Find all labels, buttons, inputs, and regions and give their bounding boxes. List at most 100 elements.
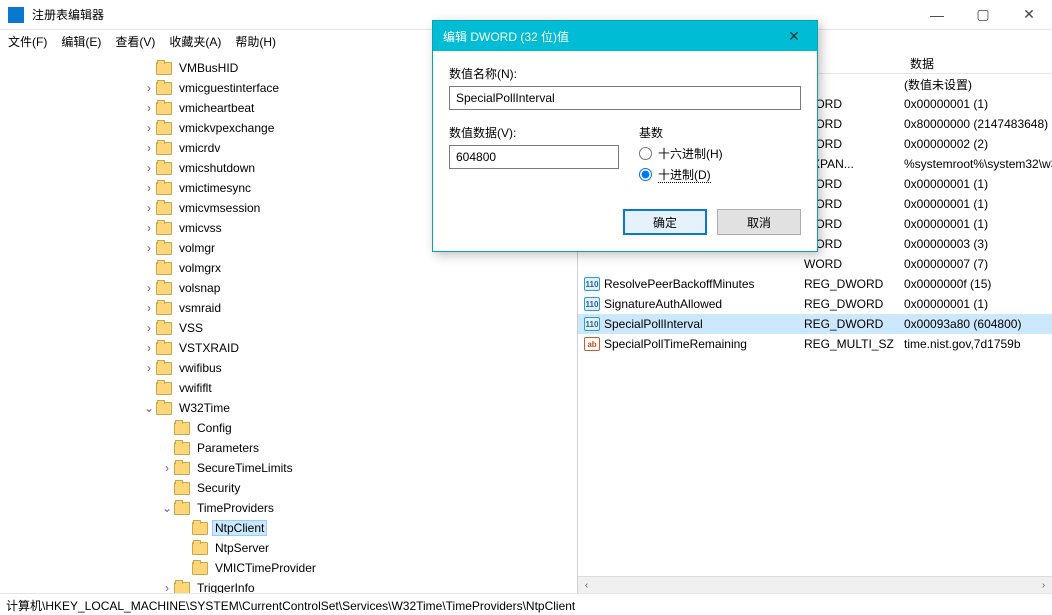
- tree-expander-icon[interactable]: ›: [142, 161, 156, 175]
- tree-item-label: VSTXRAID: [176, 340, 242, 356]
- tree-item-ntpclient[interactable]: NtpClient: [0, 518, 577, 538]
- folder-icon: [156, 142, 172, 155]
- tree-expander-icon[interactable]: ›: [142, 341, 156, 355]
- menu-view[interactable]: 查看(V): [115, 33, 155, 50]
- folder-icon: [156, 162, 172, 175]
- tree-item-label: Config: [194, 420, 235, 436]
- cancel-button[interactable]: 取消: [717, 209, 801, 235]
- tree-item-vss[interactable]: › VSS: [0, 318, 577, 338]
- status-path: 计算机\HKEY_LOCAL_MACHINE\SYSTEM\CurrentCon…: [6, 599, 575, 613]
- folder-icon: [156, 182, 172, 195]
- folder-icon: [156, 402, 172, 415]
- tree-item-label: volmgr: [176, 240, 218, 256]
- radio-dec[interactable]: 十进制(D): [639, 166, 801, 183]
- tree-expander-icon[interactable]: ›: [142, 201, 156, 215]
- list-row[interactable]: WORD0x00000007 (7): [578, 254, 1052, 274]
- tree-item-vwifibus[interactable]: › vwifibus: [0, 358, 577, 378]
- tree-item-label: NtpClient: [212, 520, 267, 536]
- value-name-input[interactable]: [449, 86, 801, 110]
- tree-expander-icon[interactable]: ›: [142, 221, 156, 235]
- scroll-left-arrow[interactable]: ‹: [578, 577, 595, 594]
- tree-expander-icon[interactable]: ›: [142, 141, 156, 155]
- folder-icon: [192, 542, 208, 555]
- tree-expander-icon[interactable]: ›: [142, 81, 156, 95]
- folder-icon: [156, 222, 172, 235]
- tree-expander-icon[interactable]: ›: [142, 301, 156, 315]
- value-icon: 110: [584, 317, 600, 331]
- cell-name: SpecialPollInterval: [604, 317, 804, 331]
- tree-item-vmictimeprovider[interactable]: VMICTimeProvider: [0, 558, 577, 578]
- col-header-type[interactable]: [804, 52, 904, 73]
- tree-item-label: vmictimesync: [176, 180, 254, 196]
- tree-item-label: vmicvss: [176, 220, 225, 236]
- tree-expander-icon[interactable]: ›: [142, 281, 156, 295]
- tree-expander-icon[interactable]: ⌄: [142, 401, 156, 415]
- tree-expander-icon[interactable]: ›: [142, 181, 156, 195]
- menu-help[interactable]: 帮助(H): [235, 33, 276, 50]
- tree-item-label: VSS: [176, 320, 206, 336]
- radio-dec-label: 十进制(D): [658, 166, 711, 183]
- list-row[interactable]: 110SpecialPollIntervalREG_DWORD0x00093a8…: [578, 314, 1052, 334]
- radio-dec-input[interactable]: [639, 168, 652, 181]
- cell-data: 0x00000001 (1): [904, 217, 1052, 231]
- tree-item-volmgrx[interactable]: volmgrx: [0, 258, 577, 278]
- cell-type: WORD: [804, 177, 904, 191]
- close-button[interactable]: ✕: [1006, 0, 1052, 30]
- tree-item-parameters[interactable]: Parameters: [0, 438, 577, 458]
- tree-item-vwififlt[interactable]: vwififlt: [0, 378, 577, 398]
- tree-item-ntpserver[interactable]: NtpServer: [0, 538, 577, 558]
- tree-expander-icon[interactable]: ›: [142, 101, 156, 115]
- tree-item-label: TimeProviders: [194, 500, 277, 516]
- value-data-input[interactable]: [449, 145, 619, 169]
- tree-item-label: VMBusHID: [176, 60, 241, 76]
- radio-hex-label: 十六进制(H): [658, 145, 723, 162]
- app-icon: [8, 7, 24, 23]
- tree-item-label: vwifibus: [176, 360, 225, 376]
- edit-dword-dialog: 编辑 DWORD (32 位)值 ✕ 数值名称(N): 数值数据(V): 基数 …: [432, 20, 818, 252]
- tree-item-securetimelimits[interactable]: ›SecureTimeLimits: [0, 458, 577, 478]
- cell-type: WORD: [804, 137, 904, 151]
- tree-item-triggerinfo[interactable]: › TriggerInfo: [0, 578, 577, 593]
- col-header-data[interactable]: 数据: [904, 52, 1052, 73]
- cell-type: WORD: [804, 117, 904, 131]
- tree-item-config[interactable]: Config: [0, 418, 577, 438]
- list-row[interactable]: 110SignatureAuthAllowedREG_DWORD0x000000…: [578, 294, 1052, 314]
- menu-favorites[interactable]: 收藏夹(A): [169, 33, 221, 50]
- folder-icon: [156, 242, 172, 255]
- tree-expander-icon[interactable]: ›: [160, 461, 174, 475]
- tree-expander-icon[interactable]: ›: [142, 321, 156, 335]
- list-row[interactable]: abSpecialPollTimeRemainingREG_MULTI_SZti…: [578, 334, 1052, 354]
- horizontal-scrollbar[interactable]: ‹ ›: [578, 576, 1052, 593]
- tree-expander-icon[interactable]: ›: [142, 361, 156, 375]
- minimize-button[interactable]: —: [914, 0, 960, 30]
- cell-type: WORD: [804, 97, 904, 111]
- tree-expander-icon[interactable]: ›: [142, 241, 156, 255]
- radio-hex-input[interactable]: [639, 147, 652, 160]
- tree-expander-icon[interactable]: ⌄: [160, 501, 174, 515]
- maximize-button[interactable]: ▢: [960, 0, 1006, 30]
- tree-item-w32time[interactable]: ⌄W32Time: [0, 398, 577, 418]
- folder-icon: [156, 262, 172, 275]
- folder-icon: [156, 282, 172, 295]
- folder-icon: [156, 342, 172, 355]
- tree-item-security[interactable]: Security: [0, 478, 577, 498]
- dialog-close-button[interactable]: ✕: [781, 26, 807, 46]
- radio-hex[interactable]: 十六进制(H): [639, 145, 801, 162]
- cell-type: Z: [804, 77, 904, 91]
- list-row[interactable]: 110ResolvePeerBackoffMinutesREG_DWORD0x0…: [578, 274, 1052, 294]
- tree-item-label: TriggerInfo: [194, 580, 258, 593]
- folder-icon: [174, 482, 190, 495]
- tree-item-label: volmgrx: [176, 260, 224, 276]
- tree-expander-icon[interactable]: ›: [142, 121, 156, 135]
- dialog-titlebar[interactable]: 编辑 DWORD (32 位)值 ✕: [433, 21, 817, 51]
- tree-item-vstxraid[interactable]: › VSTXRAID: [0, 338, 577, 358]
- tree-item-vsmraid[interactable]: ›vsmraid: [0, 298, 577, 318]
- folder-icon: [156, 62, 172, 75]
- scroll-right-arrow[interactable]: ›: [1035, 577, 1052, 594]
- menu-file[interactable]: 文件(F): [8, 33, 47, 50]
- menu-edit[interactable]: 编辑(E): [61, 33, 101, 50]
- tree-expander-icon[interactable]: ›: [160, 581, 174, 593]
- ok-button[interactable]: 确定: [623, 209, 707, 235]
- tree-item-volsnap[interactable]: ›volsnap: [0, 278, 577, 298]
- tree-item-timeproviders[interactable]: ⌄ TimeProviders: [0, 498, 577, 518]
